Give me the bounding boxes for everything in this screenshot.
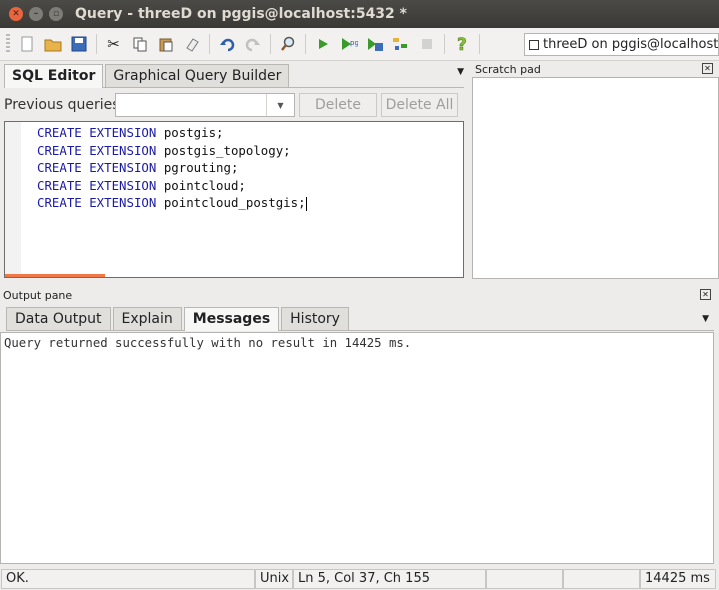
code-line: CREATE EXTENSION pointcloud_postgis; bbox=[37, 195, 307, 211]
output-pane-title: Output pane bbox=[3, 288, 73, 302]
toolbar-separator bbox=[479, 34, 480, 54]
tab-messages[interactable]: Messages bbox=[183, 307, 280, 331]
sql-editor[interactable]: CREATE EXTENSION postgis; CREATE EXTENSIO… bbox=[4, 121, 464, 278]
output-pane-header: Output pane ✕ bbox=[0, 287, 719, 303]
clear-icon[interactable] bbox=[181, 34, 202, 55]
redo-icon[interactable] bbox=[242, 34, 263, 55]
find-icon[interactable] bbox=[277, 34, 298, 55]
status-bar: OK. Unix Ln 5, Col 37, Ch 155 14425 ms bbox=[0, 567, 719, 590]
text-caret bbox=[305, 196, 307, 211]
editor-tabs: SQL Editor Graphical Query Builder bbox=[4, 64, 464, 88]
status-line-endings: Unix bbox=[255, 569, 293, 589]
title-bar: ✕ – ▫ Query - threeD on pggis@localhost:… bbox=[0, 0, 719, 28]
connection-selector[interactable]: threeD on pggis@localhost:5432 bbox=[524, 33, 719, 56]
paste-icon[interactable] bbox=[155, 34, 176, 55]
chevron-down-icon[interactable]: ▼ bbox=[702, 314, 709, 324]
tab-history[interactable]: History bbox=[281, 307, 349, 330]
toolbar-separator bbox=[444, 34, 445, 54]
help-icon[interactable]: ? bbox=[451, 34, 472, 55]
code-line: CREATE EXTENSION postgis; bbox=[37, 125, 224, 140]
maximize-window-icon[interactable]: ▫ bbox=[49, 7, 63, 21]
tab-sql-editor[interactable]: SQL Editor bbox=[4, 64, 104, 88]
toolbar-separator bbox=[270, 34, 271, 54]
execute-to-file-icon[interactable] bbox=[364, 34, 385, 55]
previous-queries-select[interactable]: ▼ bbox=[115, 93, 295, 117]
previous-queries-label: Previous queries bbox=[4, 97, 120, 113]
open-file-icon[interactable] bbox=[42, 34, 63, 55]
undo-icon[interactable] bbox=[216, 34, 237, 55]
minimize-window-icon[interactable]: – bbox=[29, 7, 43, 21]
scratch-pad-textarea[interactable] bbox=[472, 77, 719, 279]
scratch-pad-header: Scratch pad ✕ bbox=[472, 61, 719, 77]
new-file-icon[interactable] bbox=[16, 34, 37, 55]
copy-icon[interactable] bbox=[129, 34, 150, 55]
editor-accent-bar bbox=[5, 274, 105, 277]
messages-area[interactable]: Query returned successfully with no resu… bbox=[0, 332, 714, 564]
code-line: CREATE EXTENSION postgis_topology; bbox=[37, 142, 291, 158]
status-empty-field bbox=[486, 569, 563, 589]
tab-graphical-query-builder[interactable]: Graphical Query Builder bbox=[105, 64, 290, 87]
editor-gutter[interactable] bbox=[5, 122, 21, 277]
delete-button[interactable]: Delete bbox=[299, 93, 377, 117]
toolbar-separator bbox=[96, 34, 97, 54]
svg-text:pg: pg bbox=[350, 39, 358, 47]
delete-all-button[interactable]: Delete All bbox=[381, 93, 458, 117]
execute-pgscript-icon[interactable]: pg bbox=[338, 34, 359, 55]
toolbar-separator bbox=[209, 34, 210, 54]
code-line: CREATE EXTENSION pgrouting; bbox=[37, 160, 239, 176]
connection-checkbox[interactable] bbox=[529, 39, 539, 50]
chevron-down-icon[interactable]: ▼ bbox=[266, 94, 294, 116]
cancel-query-icon[interactable] bbox=[416, 34, 437, 55]
save-icon[interactable] bbox=[68, 34, 89, 55]
status-empty-field bbox=[563, 569, 640, 589]
scratch-pad-title: Scratch pad bbox=[475, 62, 541, 76]
tab-explain[interactable]: Explain bbox=[112, 307, 182, 330]
toolbar-separator bbox=[305, 34, 306, 54]
sql-code[interactable]: CREATE EXTENSION postgis; CREATE EXTENSIO… bbox=[37, 124, 307, 212]
status-duration: 14425 ms bbox=[640, 569, 716, 589]
previous-queries-row: Previous queries ▼ Delete Delete All bbox=[0, 91, 468, 119]
close-icon[interactable]: ✕ bbox=[700, 289, 711, 300]
close-window-icon[interactable]: ✕ bbox=[9, 7, 23, 21]
chevron-down-icon[interactable]: ▼ bbox=[457, 67, 464, 77]
window-title: Query - threeD on pggis@localhost:5432 * bbox=[75, 6, 407, 22]
status-state: OK. bbox=[1, 569, 255, 589]
connection-label: threeD on pggis@localhost:5432 bbox=[543, 37, 719, 52]
query-result-message: Query returned successfully with no resu… bbox=[4, 336, 412, 350]
svg-text:?: ? bbox=[457, 35, 467, 53]
status-cursor-position: Ln 5, Col 37, Ch 155 bbox=[293, 569, 486, 589]
tab-data-output[interactable]: Data Output bbox=[6, 307, 111, 330]
cut-icon[interactable]: ✂ bbox=[103, 34, 124, 55]
output-pane: Output pane ✕ Data Output Explain Messag… bbox=[0, 287, 719, 567]
scratch-pad-panel: Scratch pad ✕ bbox=[472, 61, 719, 283]
explain-icon[interactable] bbox=[390, 34, 411, 55]
code-line: CREATE EXTENSION pointcloud; bbox=[37, 177, 246, 193]
output-tabs: Data Output Explain Messages History bbox=[6, 307, 714, 331]
toolbar-grip[interactable] bbox=[6, 34, 10, 54]
close-icon[interactable]: ✕ bbox=[702, 63, 713, 74]
execute-icon[interactable] bbox=[312, 34, 333, 55]
